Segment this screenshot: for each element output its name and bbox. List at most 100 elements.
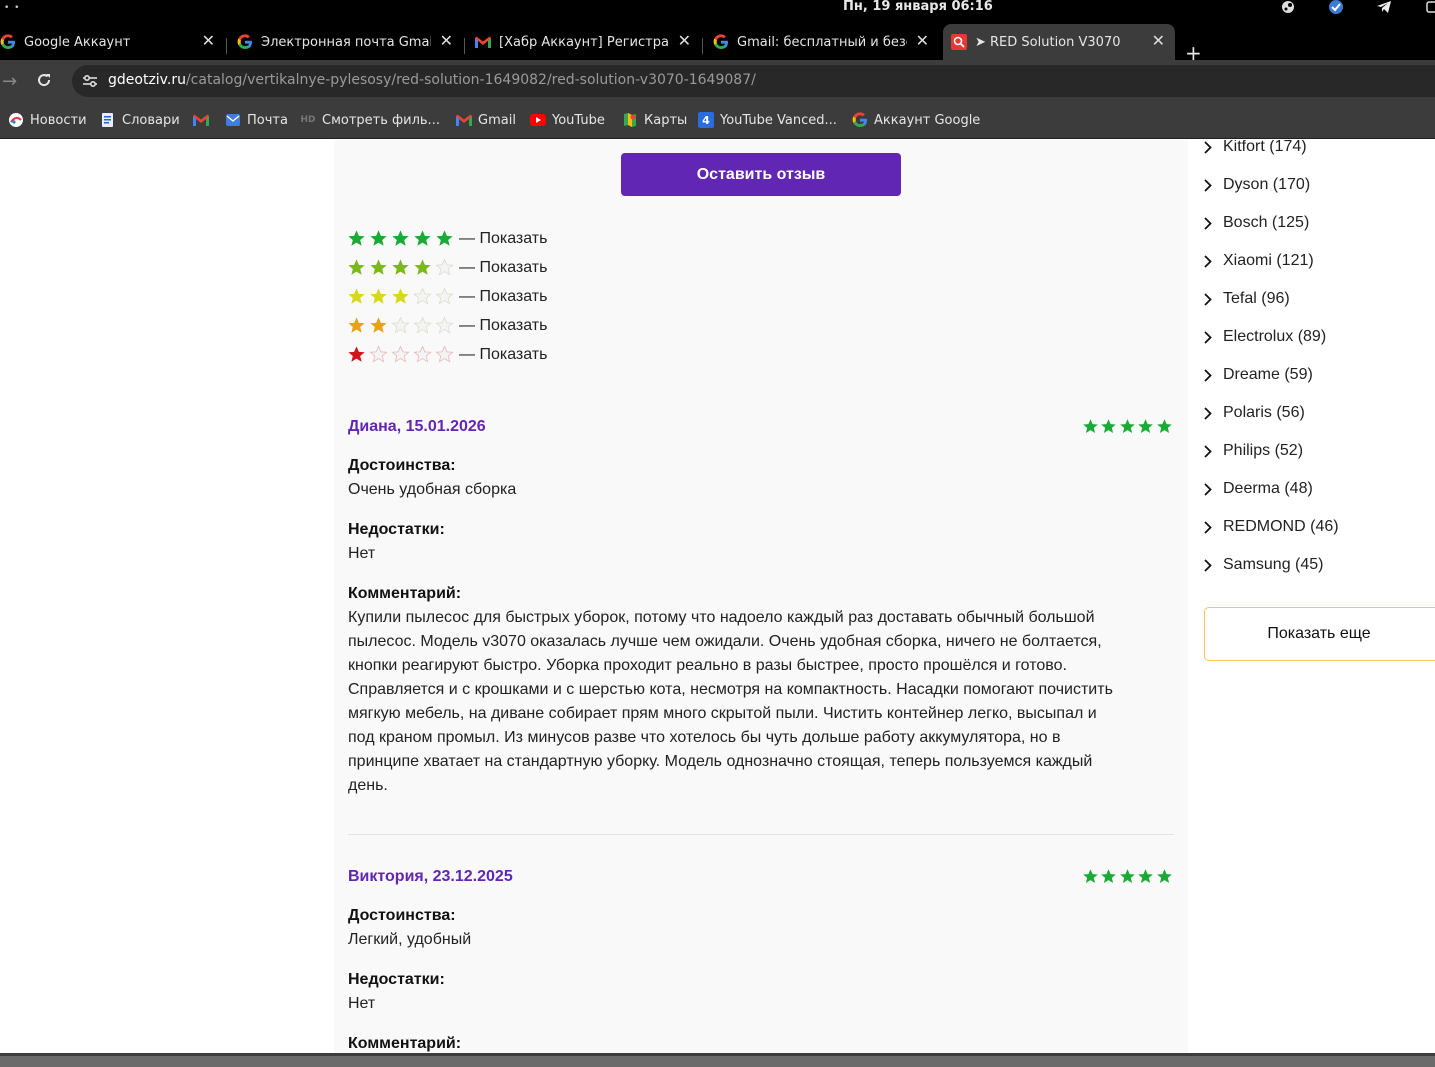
bookmark-mail[interactable]: Почта xyxy=(225,111,288,129)
bookmark-news[interactable]: Новости xyxy=(8,111,87,129)
show-more-button[interactable]: Показать еще xyxy=(1204,607,1435,661)
close-icon[interactable]: ✕ xyxy=(678,33,691,49)
star-rating xyxy=(347,344,457,366)
close-icon[interactable]: ✕ xyxy=(440,33,453,49)
bookmark-gmail[interactable]: Gmail xyxy=(456,111,516,129)
chevron-right-icon xyxy=(1204,140,1216,154)
close-icon[interactable]: ✕ xyxy=(202,33,215,49)
brand-link[interactable]: Samsung (45) xyxy=(1204,553,1324,577)
show-filter-link[interactable]: — Показать xyxy=(459,346,547,364)
review-author: Диана, 15.01.2026 xyxy=(348,418,486,435)
google-icon xyxy=(237,34,253,50)
system-clock[interactable]: Пн, 19 января 06:16 xyxy=(843,0,993,14)
tab-habr-registration[interactable]: [Хабр Аккаунт] Регистрация ✕ xyxy=(475,24,701,60)
bookmark-label: Почта xyxy=(247,112,288,128)
star-filled-icon xyxy=(413,228,435,250)
show-filter-link[interactable]: — Показать xyxy=(459,288,547,306)
tab-gmail-email[interactable]: Электронная почта Gmail: ✕ xyxy=(237,24,463,60)
rating-filter-1[interactable]: — Показать xyxy=(347,343,547,367)
brand-link[interactable]: Bosch (125) xyxy=(1204,211,1309,235)
tab-separator xyxy=(464,38,465,54)
rating-filter-5[interactable]: — Показать xyxy=(347,227,547,251)
chevron-right-icon xyxy=(1204,330,1216,344)
tab-separator xyxy=(702,38,703,54)
bookmark-label: Карты xyxy=(644,112,688,128)
chevron-right-icon xyxy=(1204,482,1216,496)
bookmark-youtube-vanced[interactable]: 4 YouTube Vanced... xyxy=(698,111,837,129)
brand-link[interactable]: REDMOND (46) xyxy=(1204,515,1339,539)
star-filled-icon xyxy=(1119,418,1138,436)
star-empty-icon xyxy=(369,344,391,366)
bookmark-dictionaries[interactable]: Словари xyxy=(100,111,180,129)
cons-text: Нет xyxy=(348,545,376,562)
bookmark-watch-films[interactable]: HD Смотреть филь... xyxy=(300,111,439,129)
rating-filter-4[interactable]: — Показать xyxy=(347,256,547,280)
rating-filter-2[interactable]: — Показать xyxy=(347,314,547,338)
bookmark-google-account[interactable]: Аккаунт Google xyxy=(852,111,980,129)
star-filled-icon xyxy=(1156,868,1175,886)
gmail-icon xyxy=(193,112,209,128)
bookmark-maps[interactable]: Карты xyxy=(622,111,687,129)
star-filled-icon xyxy=(1082,868,1101,886)
show-filter-link[interactable]: — Показать xyxy=(459,259,547,277)
rating-filter-3[interactable]: — Показать xyxy=(347,285,547,309)
comment-text: Купили пылесос для быстрых уборок, потом… xyxy=(348,606,1174,798)
window-bottom-edge xyxy=(0,1053,1435,1067)
star-empty-icon xyxy=(435,257,457,279)
telegram-icon[interactable] xyxy=(1376,0,1392,14)
address-bar[interactable]: gdeotziv.ru/catalog/vertikalnye-pylesosy… xyxy=(72,65,1435,97)
forward-arrow-icon[interactable]: → xyxy=(2,71,17,92)
close-icon[interactable]: ✕ xyxy=(916,33,929,49)
star-empty-icon xyxy=(435,286,457,308)
close-icon[interactable]: ✕ xyxy=(1152,33,1165,49)
tab-separator xyxy=(226,38,227,54)
brand-link[interactable]: Philips (52) xyxy=(1204,439,1303,463)
dictionary-icon xyxy=(100,112,116,128)
star-filled-icon xyxy=(369,286,391,308)
brand-link[interactable]: Dyson (170) xyxy=(1204,173,1310,197)
steam-icon[interactable] xyxy=(1280,0,1296,14)
bookmark-gmail-short[interactable] xyxy=(193,111,215,129)
brand-link[interactable]: Electrolux (89) xyxy=(1204,325,1326,349)
brand-link[interactable]: Xiaomi (121) xyxy=(1204,249,1314,273)
brand-link[interactable]: Kitfort (174) xyxy=(1204,140,1307,159)
reload-icon[interactable] xyxy=(36,72,52,92)
tray-app-icon[interactable] xyxy=(1424,0,1435,14)
news-icon xyxy=(8,112,24,128)
vanced-icon: 4 xyxy=(698,112,714,128)
brand-link[interactable]: Polaris (56) xyxy=(1204,401,1305,425)
browser-toolbar: → gdeotziv.ru/catalog/vertikalnye-pyleso… xyxy=(0,60,1435,102)
star-empty-icon xyxy=(413,315,435,337)
review-star-rating xyxy=(1082,418,1175,436)
star-filled-icon xyxy=(391,286,413,308)
network-check-icon[interactable] xyxy=(1328,0,1344,14)
show-filter-link[interactable]: — Показать xyxy=(459,317,547,335)
cons-heading: Недостатки: xyxy=(348,971,445,988)
chevron-right-icon xyxy=(1204,368,1216,382)
tab-red-solution-reviews[interactable]: ➤ RED Solution V3070 отзывы ✕ xyxy=(943,24,1175,60)
mail-icon xyxy=(225,112,241,128)
comment-line: день. xyxy=(348,777,388,794)
show-filter-link[interactable]: — Показать xyxy=(459,230,547,248)
brand-label: Electrolux (89) xyxy=(1223,328,1327,345)
tab-title: [Хабр Аккаунт] Регистрация xyxy=(499,34,669,50)
maps-icon xyxy=(622,112,638,128)
leave-review-button[interactable]: Оставить отзыв xyxy=(621,153,901,196)
reviews-column: Оставить отзыв — Показать — Показать — П… xyxy=(334,140,1188,1053)
brand-link[interactable]: Dreame (59) xyxy=(1204,363,1313,387)
site-info-tune-icon[interactable] xyxy=(80,71,100,91)
brand-link[interactable]: Deerma (48) xyxy=(1204,477,1313,501)
tab-strip: Google Аккаунт ✕ Электронная почта Gmail… xyxy=(0,16,1435,63)
star-filled-icon xyxy=(435,228,457,250)
tab-gmail-free[interactable]: Gmail: бесплатный и безопасный ✕ xyxy=(713,24,939,60)
star-empty-icon xyxy=(435,315,457,337)
chevron-right-icon xyxy=(1204,444,1216,458)
url-text: gdeotziv.ru/catalog/vertikalnye-pylesosy… xyxy=(108,72,756,88)
brand-link[interactable]: Tefal (96) xyxy=(1204,287,1290,311)
chevron-right-icon xyxy=(1204,558,1216,572)
tab-google-account[interactable]: Google Аккаунт ✕ xyxy=(0,24,225,60)
bookmark-youtube[interactable]: YouTube xyxy=(530,111,605,129)
star-filled-icon xyxy=(1082,418,1101,436)
tab-title: Электронная почта Gmail: xyxy=(261,34,431,50)
star-filled-icon xyxy=(1100,868,1119,886)
